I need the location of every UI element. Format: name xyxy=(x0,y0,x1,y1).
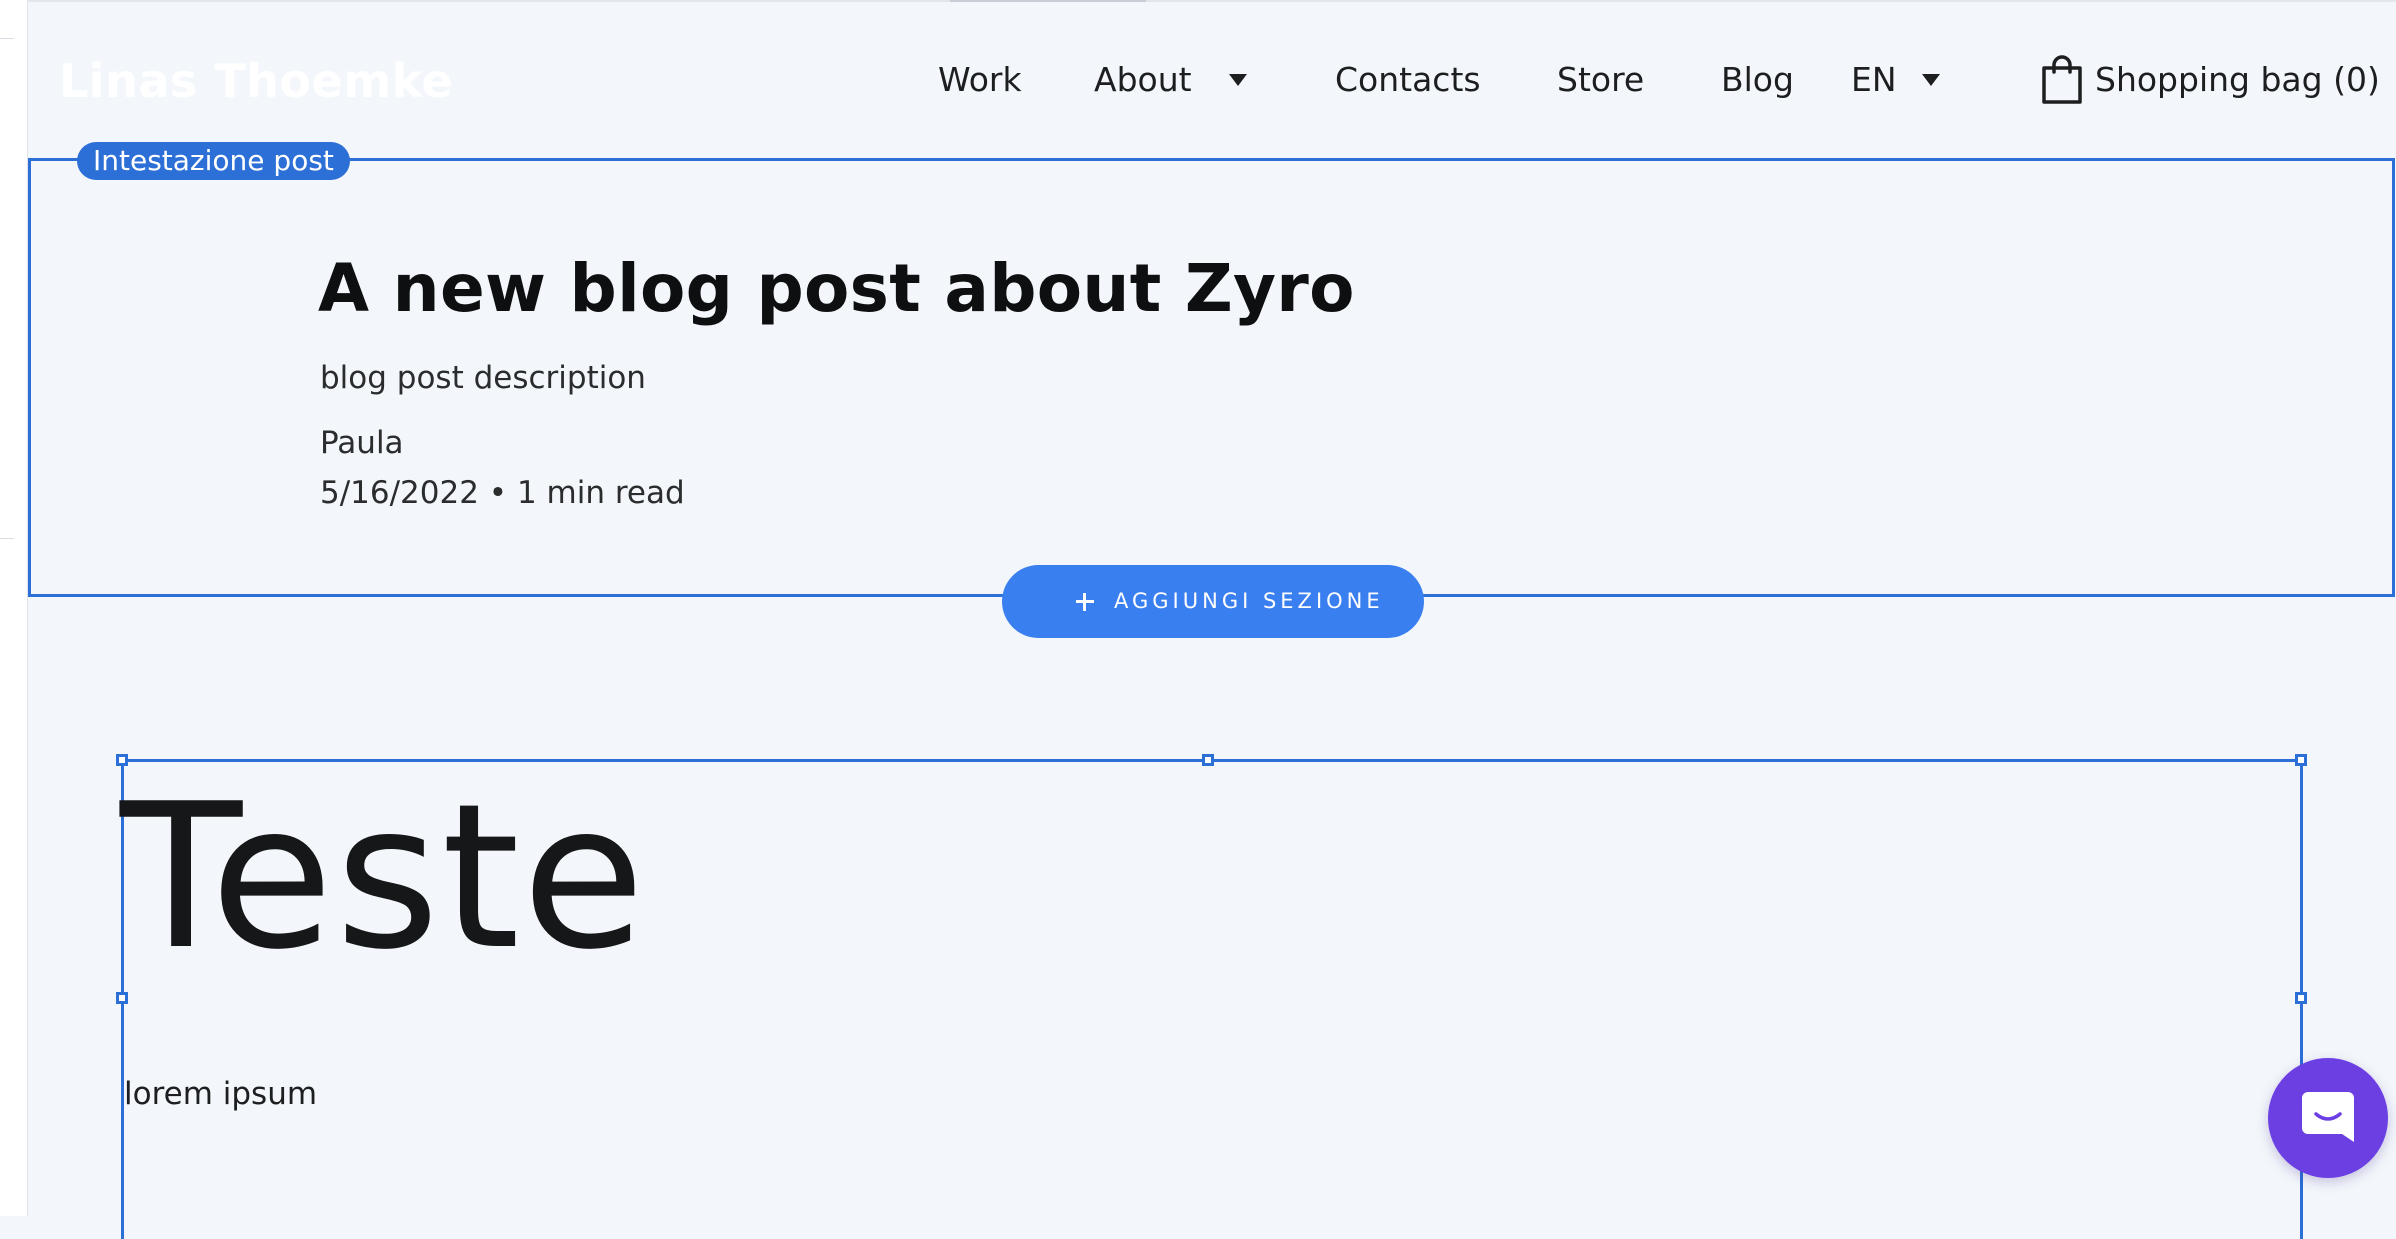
post-title[interactable]: A new blog post about Zyro xyxy=(318,250,1355,327)
post-author[interactable]: Paula xyxy=(320,425,404,461)
nav-work[interactable]: Work xyxy=(938,60,1022,99)
shopping-bag-link[interactable]: Shopping bag (0) xyxy=(2095,60,2380,99)
nav-contacts[interactable]: Contacts xyxy=(1335,60,1481,99)
resize-handle-top-center[interactable] xyxy=(1202,754,1214,766)
language-selector[interactable]: EN xyxy=(1851,60,1897,99)
gutter-tick xyxy=(0,538,14,539)
content-heading[interactable]: Teste xyxy=(120,778,647,978)
site-header: Linas Thoemke Work About Contacts Store … xyxy=(27,2,2396,158)
resize-handle-middle-right[interactable] xyxy=(2295,992,2307,1004)
add-section-label: AGGIUNGI SEZIONE xyxy=(1114,589,1384,613)
section-label: Intestazione post xyxy=(77,142,350,180)
resize-handle-top-right[interactable] xyxy=(2295,754,2307,766)
chat-button[interactable] xyxy=(2268,1058,2388,1178)
content-body[interactable]: lorem ipsum xyxy=(124,1076,317,1112)
chevron-down-icon[interactable] xyxy=(1229,74,1247,86)
gutter-tick xyxy=(0,38,14,39)
nav-about[interactable]: About xyxy=(1094,60,1192,99)
post-meta: 5/16/2022 • 1 min read xyxy=(320,475,685,511)
shopping-bag-icon[interactable] xyxy=(2040,54,2084,106)
site-logo[interactable]: Linas Thoemke xyxy=(59,54,453,108)
nav-store[interactable]: Store xyxy=(1557,60,1644,99)
chevron-down-icon[interactable] xyxy=(1922,74,1940,86)
chat-icon xyxy=(2302,1092,2354,1142)
post-description[interactable]: blog post description xyxy=(320,360,646,396)
add-section-button[interactable]: AGGIUNGI SEZIONE xyxy=(1002,565,1424,638)
editor-left-gutter xyxy=(0,0,28,1216)
nav-blog[interactable]: Blog xyxy=(1721,60,1794,99)
plus-icon xyxy=(1070,586,1100,616)
